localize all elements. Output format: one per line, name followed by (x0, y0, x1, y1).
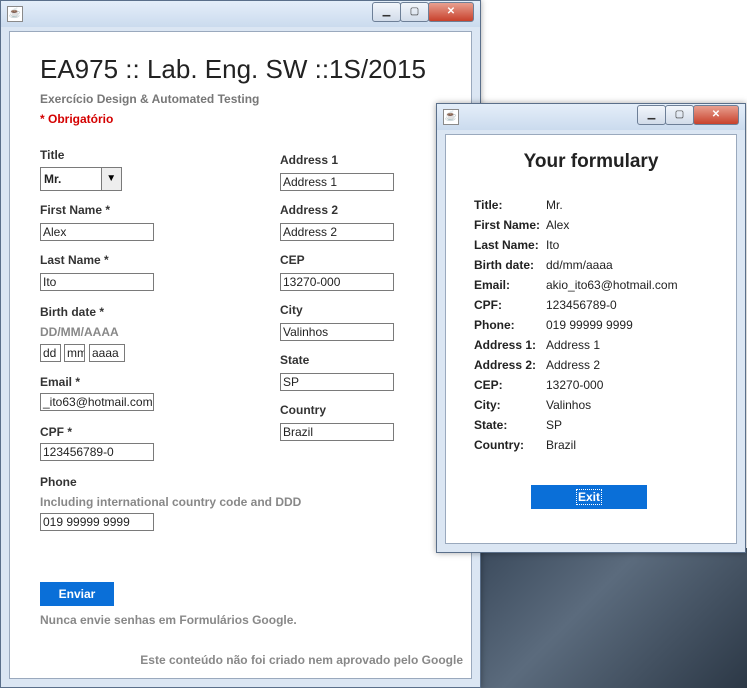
result-row: Title: Mr. (474, 195, 678, 215)
result-key: CEP: (474, 378, 503, 392)
result-heading: Your formulary (523, 151, 659, 172)
phone-hint: Including international country code and… (40, 495, 302, 509)
result-client-area: Your formulary Title: Mr. First Name: Alex… (445, 134, 737, 544)
address1-label: Address 1 (280, 153, 339, 167)
result-key: Address 2: (474, 358, 537, 372)
result-value: 123456789-0 (546, 298, 617, 312)
email-input[interactable]: _ito63@hotmail.com (40, 393, 154, 411)
minimize-button[interactable]: ▁ (372, 2, 401, 22)
exit-button-label: Exit (575, 489, 602, 505)
last-name-input[interactable]: Ito (40, 273, 154, 291)
result-row: Email: akio_ito63@hotmail.com (474, 275, 678, 295)
cep-input[interactable]: 13270-000 (280, 273, 394, 291)
page-title: EA975 :: Lab. Eng. SW ::1S/2015 (40, 54, 426, 84)
last-name-label: Last Name * (40, 253, 109, 267)
result-value: Brazil (546, 438, 577, 452)
country-label: Country (280, 403, 326, 417)
result-value: Ito (546, 238, 560, 252)
maximize-button[interactable]: ▢ (665, 105, 694, 125)
submit-button[interactable]: Enviar (40, 582, 114, 606)
phone-input[interactable]: 019 99999 9999 (40, 513, 154, 531)
page-subtitle: Exercício Design & Automated Testing (40, 92, 260, 106)
cep-label: CEP (280, 253, 305, 267)
state-label: State (280, 353, 310, 367)
birth-month-input[interactable]: mm (64, 344, 85, 362)
chevron-down-icon[interactable]: ▼ (100, 168, 121, 190)
result-key: State: (474, 418, 508, 432)
result-key: CPF: (474, 298, 502, 312)
address2-label: Address 2 (280, 203, 339, 217)
first-name-label: First Name * (40, 203, 111, 217)
form-window: ☕ ▁ ▢ ✕ EA975 :: Lab. Eng. SW ::1S/2015 … (0, 0, 481, 688)
result-list: Title: Mr. First Name: Alex Last Name: Ito … (474, 195, 678, 455)
title-select-value: Mr. (44, 172, 62, 186)
result-value: SP (546, 418, 563, 432)
result-key: Phone: (474, 318, 515, 332)
result-key: First Name: (474, 218, 541, 232)
state-input[interactable]: SP (280, 373, 394, 391)
result-key: Email: (474, 278, 511, 292)
result-value: Address 1 (546, 338, 601, 352)
close-button[interactable]: ✕ (428, 2, 474, 22)
title-select[interactable]: Mr. ▼ (40, 167, 122, 191)
result-window-titlebar[interactable]: ☕ ▁ ▢ ✕ (437, 104, 745, 130)
country-input[interactable]: Brazil (280, 423, 394, 441)
birth-date-format-hint: DD/MM/AAAA (40, 325, 119, 339)
result-key: City: (474, 398, 501, 412)
result-value: Address 2 (546, 358, 601, 372)
result-key: Last Name: (474, 238, 539, 252)
result-row: Address 2: Address 2 (474, 355, 678, 375)
result-value: Mr. (546, 198, 563, 212)
result-value: Alex (546, 218, 570, 232)
result-row: City: Valinhos (474, 395, 678, 415)
result-key: Address 1: (474, 338, 537, 352)
footer-note: Nunca envie senhas em Formulários Google… (40, 613, 297, 627)
result-row: Last Name: Ito (474, 235, 678, 255)
result-value: Valinhos (546, 398, 592, 412)
cpf-input[interactable]: 123456789-0 (40, 443, 154, 461)
result-row: Birth date: dd/mm/aaaa (474, 255, 678, 275)
result-key: Country: (474, 438, 524, 452)
result-row: Address 1: Address 1 (474, 335, 678, 355)
result-value: dd/mm/aaaa (546, 258, 613, 272)
phone-label: Phone (40, 475, 77, 489)
result-row: CEP: 13270-000 (474, 375, 678, 395)
form-window-titlebar[interactable]: ☕ ▁ ▢ ✕ (1, 1, 480, 27)
city-input[interactable]: Valinhos (280, 323, 394, 341)
required-note: * Obrigatório (40, 112, 114, 126)
birth-day-input[interactable]: dd (40, 344, 61, 362)
result-row: CPF: 123456789-0 (474, 295, 678, 315)
result-row: Phone: 019 99999 9999 (474, 315, 678, 335)
birth-date-label: Birth date * (40, 305, 105, 319)
result-row: Country: Brazil (474, 435, 678, 455)
java-app-icon: ☕ (7, 6, 23, 22)
result-window: ☕ ▁ ▢ ✕ Your formulary Title: Mr. First N… (436, 103, 746, 553)
birth-year-input[interactable]: aaaa (89, 344, 125, 362)
result-row: First Name: Alex (474, 215, 678, 235)
close-button[interactable]: ✕ (693, 105, 739, 125)
result-value: akio_ito63@hotmail.com (546, 278, 678, 292)
form-client-area: EA975 :: Lab. Eng. SW ::1S/2015 Exercíci… (9, 31, 472, 679)
result-value: 019 99999 9999 (546, 318, 633, 332)
address1-input[interactable]: Address 1 (280, 173, 394, 191)
result-key: Title: (474, 198, 503, 212)
email-label: Email * (40, 375, 81, 389)
result-key: Birth date: (474, 258, 534, 272)
city-label: City (280, 303, 303, 317)
result-row: State: SP (474, 415, 678, 435)
desktop-background (480, 548, 747, 688)
minimize-button[interactable]: ▁ (637, 105, 666, 125)
exit-button[interactable]: Exit (531, 485, 647, 509)
result-value: 13270-000 (546, 378, 604, 392)
cpf-label: CPF * (40, 425, 73, 439)
address2-input[interactable]: Address 2 (280, 223, 394, 241)
java-app-icon: ☕ (443, 109, 459, 125)
footer-disclaimer: Este conteúdo não foi criado nem aprovad… (140, 653, 463, 667)
first-name-input[interactable]: Alex (40, 223, 154, 241)
maximize-button[interactable]: ▢ (400, 2, 429, 22)
title-label: Title (40, 148, 65, 162)
